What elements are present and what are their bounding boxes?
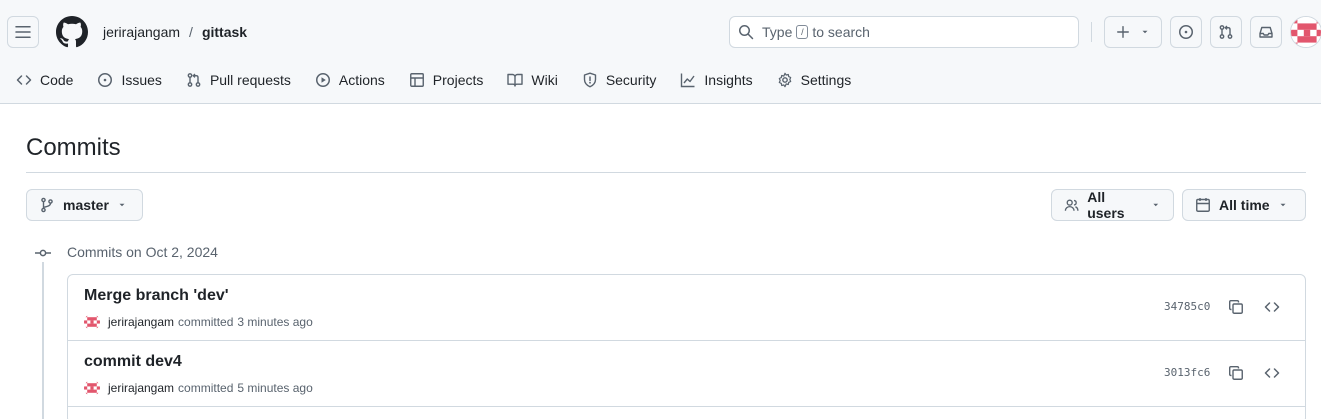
create-new-button[interactable] xyxy=(1104,16,1162,48)
users-filter-button[interactable]: All users xyxy=(1051,189,1174,221)
people-icon xyxy=(1064,199,1079,211)
issue-opened-icon xyxy=(1179,25,1193,39)
tab-pull-requests[interactable]: Pull requests xyxy=(178,64,299,96)
book-icon xyxy=(507,73,524,87)
timeline-line xyxy=(42,262,44,419)
tab-code[interactable]: Code xyxy=(0,64,81,96)
tab-projects-label: Projects xyxy=(432,72,484,88)
copy-sha-button[interactable] xyxy=(1226,297,1246,317)
inbox-button[interactable] xyxy=(1250,16,1282,48)
commit-author-link[interactable]: jerirajangam xyxy=(108,381,174,395)
breadcrumb-repo-link[interactable]: gittask xyxy=(202,24,247,40)
title-divider xyxy=(26,172,1306,173)
breadcrumb-separator: / xyxy=(189,24,193,40)
git-pull-request-icon xyxy=(187,73,201,87)
play-icon xyxy=(315,73,330,87)
page-title: Commits xyxy=(26,134,121,161)
pull-requests-button[interactable] xyxy=(1210,16,1242,48)
calendar-icon xyxy=(1196,198,1210,212)
tab-issues-label: Issues xyxy=(121,72,162,88)
search-placeholder: Type / to search xyxy=(762,24,870,40)
identicon-icon xyxy=(84,314,100,330)
tab-insights[interactable]: Insights xyxy=(672,64,760,96)
code-icon xyxy=(1264,368,1280,378)
header-divider xyxy=(1091,22,1092,42)
time-filter-label: All time xyxy=(1219,197,1270,213)
commit-title-link[interactable]: commit dev4 xyxy=(84,353,182,371)
identicon-icon xyxy=(84,380,100,396)
commit-action: committed xyxy=(178,381,234,395)
identicon-icon xyxy=(1291,17,1321,47)
menu-button[interactable] xyxy=(7,16,39,48)
branch-select-button[interactable]: master xyxy=(26,189,143,221)
table-icon xyxy=(409,73,424,87)
commit-time: 5 minutes ago xyxy=(237,381,313,395)
caret-down-icon xyxy=(1153,203,1159,207)
github-logo-icon[interactable] xyxy=(56,16,88,48)
tab-settings[interactable]: Settings xyxy=(769,64,860,96)
git-pull-request-icon xyxy=(1219,25,1233,39)
tab-wiki-label: Wiki xyxy=(531,72,558,88)
browse-repo-button[interactable] xyxy=(1262,297,1282,317)
commit-author-link[interactable]: jerirajangam xyxy=(108,315,174,329)
copy-sha-button[interactable] xyxy=(1226,363,1246,383)
search-suffix: to search xyxy=(812,24,870,40)
code-icon xyxy=(16,75,32,85)
commit-meta: jerirajangam committed 3 minutes ago xyxy=(84,314,313,330)
browse-repo-button[interactable] xyxy=(1262,363,1282,383)
search-icon xyxy=(739,25,754,40)
search-prefix: Type xyxy=(762,24,793,40)
commit-meta: jerirajangam committed 5 minutes ago xyxy=(84,380,313,396)
commit-sha-link[interactable]: 34785c0 xyxy=(1164,300,1210,313)
git-branch-icon xyxy=(41,197,53,213)
branch-label: master xyxy=(63,197,109,213)
commit-time: 3 minutes ago xyxy=(237,315,313,329)
shield-icon xyxy=(583,72,597,88)
inbox-icon xyxy=(1259,26,1273,38)
breadcrumb-owner-link[interactable]: jerirajangam xyxy=(103,24,180,40)
commit-row: Merge branch 'dev' jerirajangam committe… xyxy=(68,275,1305,341)
commit-group-heading: Commits on Oct 2, 2024 xyxy=(67,244,218,260)
plus-icon xyxy=(1117,26,1129,38)
graph-icon xyxy=(681,73,695,88)
hamburger-icon xyxy=(15,26,31,38)
issues-button[interactable] xyxy=(1170,16,1202,48)
search-shortcut-key: / xyxy=(796,25,809,39)
tab-pull-requests-label: Pull requests xyxy=(209,72,291,88)
gear-icon xyxy=(778,72,791,88)
tab-security-label: Security xyxy=(605,72,657,88)
caret-down-icon xyxy=(119,203,125,207)
search-input[interactable]: Type / to search xyxy=(729,16,1079,48)
tab-security[interactable]: Security xyxy=(574,64,665,96)
tab-code-label: Code xyxy=(40,72,74,88)
commit-row: commit dev4 jerirajangam committed 5 min… xyxy=(68,341,1305,407)
caret-down-icon xyxy=(1142,30,1148,34)
time-filter-button[interactable]: All time xyxy=(1182,189,1306,221)
issue-opened-icon xyxy=(98,73,113,87)
commit-title-link[interactable]: Merge branch 'dev' xyxy=(84,287,229,305)
code-icon xyxy=(1264,302,1280,312)
top-bar: jerirajangam / gittask Type / to search xyxy=(0,0,1321,64)
copy-icon xyxy=(1229,300,1243,314)
caret-down-icon xyxy=(1280,203,1286,207)
tab-actions-label: Actions xyxy=(338,72,385,88)
tab-issues[interactable]: Issues xyxy=(89,64,169,96)
git-commit-icon xyxy=(35,245,51,261)
author-avatar[interactable] xyxy=(84,380,100,396)
tab-insights-label: Insights xyxy=(704,72,753,88)
users-filter-label: All users xyxy=(1087,189,1125,221)
repo-nav: Code Issues Pull requests Actions Projec… xyxy=(0,64,867,96)
commit-list: Merge branch 'dev' jerirajangam committe… xyxy=(67,274,1306,419)
user-avatar[interactable] xyxy=(1290,16,1321,48)
author-avatar[interactable] xyxy=(84,314,100,330)
breadcrumb: jerirajangam / gittask xyxy=(103,22,247,42)
commit-action: committed xyxy=(178,315,234,329)
tab-actions[interactable]: Actions xyxy=(307,64,393,96)
commit-sha-link[interactable]: 3013fc6 xyxy=(1164,366,1210,379)
copy-icon xyxy=(1229,366,1243,380)
tab-projects[interactable]: Projects xyxy=(401,64,492,96)
app-header: jerirajangam / gittask Type / to search xyxy=(0,0,1321,104)
tab-wiki[interactable]: Wiki xyxy=(499,64,565,96)
tab-settings-label: Settings xyxy=(800,72,852,88)
